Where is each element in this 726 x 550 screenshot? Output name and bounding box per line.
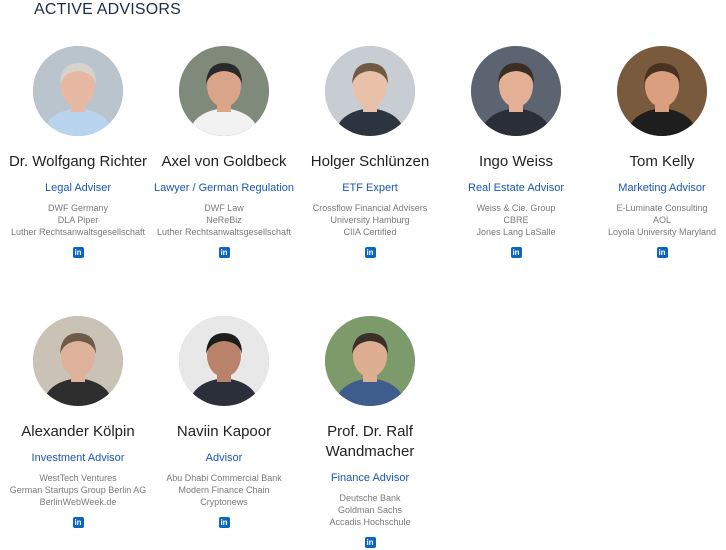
advisor-card: Ingo Weiss Real Estate Advisor Weiss & C… xyxy=(443,46,589,260)
advisor-role: Finance Advisor xyxy=(330,472,410,484)
advisor-affiliations: DWF Germany DLA Piper Luther Rechtsanwal… xyxy=(5,202,151,238)
portrait-image xyxy=(179,316,269,406)
portrait-image xyxy=(33,316,123,406)
linkedin-icon[interactable]: in xyxy=(364,537,376,548)
affiliation: DWF Germany xyxy=(47,203,108,213)
affiliation: Luther Rechtsanwaltsgesellschaft xyxy=(156,227,292,237)
advisor-affiliations: DWF Law NeReBiz Luther Rechtsanwaltsgese… xyxy=(151,202,297,238)
avatar xyxy=(33,46,123,136)
avatar xyxy=(471,46,561,136)
linkedin-icon[interactable]: in xyxy=(218,247,230,258)
advisor-card: Tom Kelly Marketing Advisor E-Luminate C… xyxy=(589,46,726,260)
affiliation: CBRE xyxy=(503,215,529,225)
section-title: ACTIVE ADVISORS xyxy=(34,1,182,18)
affiliation: Luther Rechtsanwaltsgesellschaft xyxy=(10,227,146,237)
portrait-image xyxy=(179,46,269,136)
affiliation: Weiss & Cie. Group xyxy=(476,203,556,213)
affiliation: DWF Law xyxy=(204,203,244,213)
advisor-affiliations: Weiss & Cie. Group CBRE Jones Lang LaSal… xyxy=(443,202,589,238)
advisor-card: Alexander Kölpin Investment Advisor West… xyxy=(5,316,151,530)
advisor-name: Naviin Kapoor xyxy=(176,423,272,440)
advisor-name: Tom Kelly xyxy=(629,153,695,170)
advisor-card: Holger Schlünzen ETF Expert Crossflow Fi… xyxy=(297,46,443,260)
advisor-name: Ingo Weiss xyxy=(479,153,553,170)
advisor-card: Naviin Kapoor Advisor Abu Dhabi Commerci… xyxy=(151,316,297,530)
affiliation: BerlinWebWeek.de xyxy=(39,497,117,507)
advisor-card: Dr. Wolfgang Richter Legal Adviser DWF G… xyxy=(5,46,151,260)
avatar xyxy=(617,46,707,136)
portrait-image xyxy=(325,316,415,406)
portrait-image xyxy=(471,46,561,136)
affiliation: AOL xyxy=(652,215,671,225)
affiliation: Loyola University Maryland xyxy=(607,227,717,237)
advisor-name: Prof. Dr. Ralf Wandmacher xyxy=(325,423,415,460)
linkedin-icon[interactable]: in xyxy=(510,247,522,258)
avatar xyxy=(179,46,269,136)
advisor-role: Investment Advisor xyxy=(31,452,125,464)
affiliation: CIIA Certified xyxy=(343,227,397,237)
linkedin-icon[interactable]: in xyxy=(656,247,668,258)
linkedin-icon[interactable]: in xyxy=(364,247,376,258)
advisor-role: Real Estate Advisor xyxy=(468,182,564,194)
linkedin-icon[interactable]: in xyxy=(72,517,84,528)
advisor-affiliations: WestTech Ventures German Startups Group … xyxy=(5,472,151,508)
affiliation: German Startups Group Berlin AG xyxy=(9,485,147,495)
affiliation: Jones Lang LaSalle xyxy=(476,227,556,237)
portrait-image xyxy=(617,46,707,136)
avatar xyxy=(33,316,123,406)
affiliation: NeReBiz xyxy=(206,215,242,225)
advisor-card: Axel von Goldbeck Lawyer / German Regula… xyxy=(151,46,297,260)
affiliation: Goldman Sachs xyxy=(337,505,403,515)
affiliation: Modern Finance Chain xyxy=(178,485,270,495)
advisor-role: Legal Adviser xyxy=(44,182,112,194)
portrait-image xyxy=(33,46,123,136)
advisor-name: Axel von Goldbeck xyxy=(161,153,287,170)
advisor-name: Holger Schlünzen xyxy=(310,153,430,170)
affiliation: Abu Dhabi Commercial Bank xyxy=(166,473,282,483)
advisor-affiliations: Deutsche Bank Goldman Sachs Accadis Hoch… xyxy=(297,492,443,528)
advisor-name: Alexander Kölpin xyxy=(21,423,135,440)
affiliation: University Hamburg xyxy=(330,215,410,225)
advisor-affiliations: E-Luminate Consulting AOL Loyola Univers… xyxy=(589,202,726,238)
avatar xyxy=(325,46,415,136)
linkedin-icon[interactable]: in xyxy=(72,247,84,258)
affiliation: DLA Piper xyxy=(57,215,99,225)
advisor-role: ETF Expert xyxy=(342,182,398,194)
advisor-affiliations: Abu Dhabi Commercial Bank Modern Finance… xyxy=(151,472,297,508)
avatar xyxy=(179,316,269,406)
affiliation: Cryptonews xyxy=(200,497,248,507)
affiliation: E-Luminate Consulting xyxy=(616,203,708,213)
affiliation: Deutsche Bank xyxy=(339,493,401,503)
portrait-image xyxy=(325,46,415,136)
avatar xyxy=(325,316,415,406)
advisor-name: Dr. Wolfgang Richter xyxy=(8,153,148,170)
advisor-affiliations: Crossflow Financial Advisers University … xyxy=(297,202,443,238)
advisor-card: Prof. Dr. Ralf Wandmacher Finance Adviso… xyxy=(297,316,443,550)
advisor-role: Advisor xyxy=(205,452,243,464)
affiliation: Accadis Hochschule xyxy=(329,517,411,527)
advisor-role: Lawyer / German Regulation xyxy=(153,182,294,194)
linkedin-icon[interactable]: in xyxy=(218,517,230,528)
affiliation: WestTech Ventures xyxy=(39,473,117,483)
affiliation: Crossflow Financial Advisers xyxy=(312,203,428,213)
advisor-role: Marketing Advisor xyxy=(618,182,706,194)
